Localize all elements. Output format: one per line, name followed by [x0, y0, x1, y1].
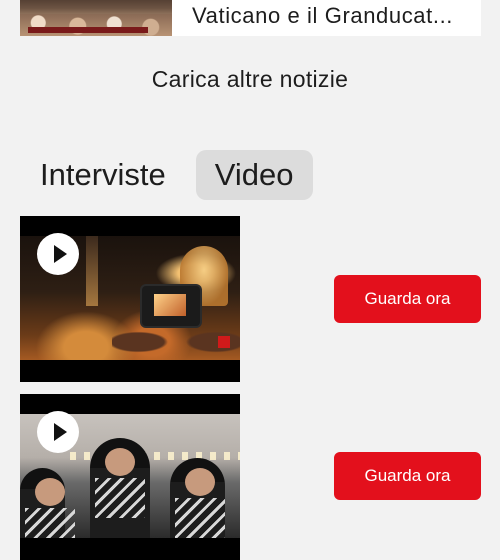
- play-icon[interactable]: [37, 411, 79, 453]
- video-thumbnail[interactable]: [20, 216, 240, 382]
- obelisk-shape: [86, 236, 98, 306]
- banner-strip: [28, 27, 148, 33]
- tab-interviste[interactable]: Interviste: [28, 150, 178, 200]
- watch-now-button[interactable]: Guarda ora: [334, 275, 481, 323]
- video-item: Guarda ora: [20, 216, 481, 382]
- guard-figure: [170, 458, 225, 538]
- watch-now-button[interactable]: Guarda ora: [334, 452, 481, 500]
- guard-figure: [20, 468, 75, 538]
- guard-figure: [90, 438, 150, 538]
- video-thumbnail[interactable]: [20, 394, 240, 560]
- news-title[interactable]: Vaticano e il Granducat...: [172, 2, 453, 36]
- news-thumbnail: [20, 0, 172, 36]
- media-tabs: Interviste Video: [28, 150, 313, 200]
- channel-logo: [218, 336, 230, 348]
- news-card[interactable]: Vaticano e il Granducat...: [20, 0, 481, 36]
- video-item: Guarda ora: [20, 394, 481, 560]
- camera-shape: [142, 286, 200, 326]
- load-more-button[interactable]: Carica altre notizie: [0, 66, 500, 93]
- tab-video[interactable]: Video: [195, 150, 313, 200]
- play-icon[interactable]: [37, 233, 79, 275]
